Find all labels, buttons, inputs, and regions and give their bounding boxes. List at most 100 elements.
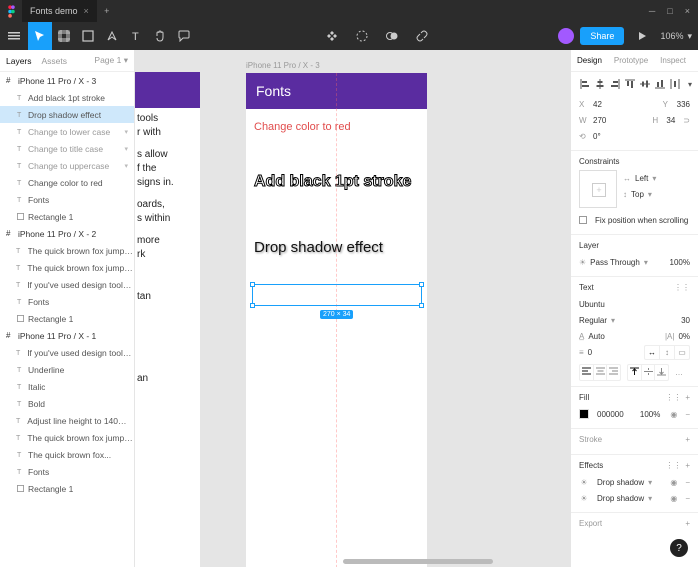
layer-text[interactable]: TFonts	[0, 463, 134, 480]
align-top-icon[interactable]	[624, 78, 636, 90]
frame-tool[interactable]	[52, 22, 76, 50]
tab-layers[interactable]: Layers	[6, 56, 32, 66]
guide-vertical[interactable]	[336, 73, 337, 567]
align-bottom-icon[interactable]	[654, 78, 666, 90]
share-button[interactable]: Share	[580, 27, 624, 45]
resize-handle[interactable]	[250, 282, 255, 287]
effect-type[interactable]: Drop shadow	[597, 494, 644, 503]
tab-assets[interactable]: Assets	[42, 56, 68, 66]
present-button[interactable]	[630, 22, 654, 50]
new-tab-button[interactable]: +	[97, 6, 117, 16]
resize-handle[interactable]	[419, 282, 424, 287]
move-tool[interactable]	[28, 22, 52, 50]
link-tool[interactable]	[410, 22, 434, 50]
canvas[interactable]: tools r with s allow f the signs in. oar…	[135, 50, 570, 567]
close-tab-icon[interactable]: ×	[84, 6, 89, 16]
layer-frame[interactable]: #iPhone 11 Pro / X - 2	[0, 225, 134, 242]
add-fill-icon[interactable]: +	[685, 393, 690, 402]
style-icon[interactable]: ⋮⋮	[665, 461, 681, 470]
component-tool[interactable]	[320, 22, 344, 50]
layer-text[interactable]: TChange to uppercase▾	[0, 157, 134, 174]
font-family[interactable]: Ubuntu	[579, 300, 605, 309]
fill-swatch[interactable]	[579, 409, 589, 419]
pen-tool[interactable]	[100, 22, 124, 50]
letter-spacing[interactable]: 0%	[678, 332, 690, 341]
align-center-h-icon[interactable]	[594, 78, 606, 90]
w-value[interactable]: 270	[593, 116, 606, 125]
add-stroke-icon[interactable]: +	[685, 435, 690, 444]
paragraph-spacing[interactable]: 0	[588, 348, 592, 357]
remove-icon[interactable]: −	[685, 478, 690, 487]
text-tool[interactable]: T	[124, 22, 148, 50]
text-align-left-icon[interactable]	[580, 365, 594, 380]
tab-design[interactable]: Design	[571, 50, 608, 71]
auto-width-icon[interactable]: ↔	[645, 346, 660, 359]
layer-text[interactable]: TThe quick brown fox jumped....	[0, 259, 134, 276]
constraint-v[interactable]: Top	[631, 190, 644, 199]
layer-text[interactable]: TAdjust line height to 140% an...	[0, 412, 134, 429]
layer-rect[interactable]: Rectangle 1	[0, 208, 134, 225]
align-center-v-icon[interactable]	[639, 78, 651, 90]
remove-icon[interactable]: −	[685, 410, 690, 419]
visibility-icon[interactable]: ◉	[670, 494, 677, 503]
frame-label[interactable]: iPhone 11 Pro / X - 3	[246, 61, 320, 70]
x-value[interactable]: 42	[593, 100, 602, 109]
layer-text[interactable]: TChange to lower case▾	[0, 123, 134, 140]
link-wh-icon[interactable]: ⊃	[683, 116, 690, 125]
text-v-top-icon[interactable]	[628, 365, 642, 380]
window-minimize-icon[interactable]: ─	[649, 6, 655, 16]
text-v-middle-icon[interactable]	[642, 365, 656, 380]
line-height[interactable]: Auto	[588, 332, 604, 341]
frame-partial[interactable]: tools r with s allow f the signs in. oar…	[135, 72, 200, 567]
align-right-icon[interactable]	[609, 78, 621, 90]
auto-height-icon[interactable]: ↕	[660, 346, 675, 359]
layer-text[interactable]: TFonts	[0, 191, 134, 208]
layer-text[interactable]: TAdd black 1pt stroke	[0, 89, 134, 106]
visibility-icon[interactable]: ◉	[670, 410, 677, 419]
layer-text[interactable]: TChange color to red	[0, 174, 134, 191]
tab-prototype[interactable]: Prototype	[608, 50, 654, 71]
layer-text[interactable]: TIf you've used design tools be...	[0, 344, 134, 361]
figma-logo-icon[interactable]	[0, 0, 22, 22]
layer-text-selected[interactable]: TDrop shadow effect	[0, 106, 134, 123]
horizontal-scrollbar[interactable]	[343, 559, 493, 564]
layer-text[interactable]: TThe quick brown fox...	[0, 446, 134, 463]
layer-rect[interactable]: Rectangle 1	[0, 480, 134, 497]
shape-tool[interactable]	[76, 22, 100, 50]
effect-icon[interactable]: ☀	[579, 477, 589, 487]
window-maximize-icon[interactable]: □	[667, 6, 672, 16]
visibility-icon[interactable]: ◉	[670, 478, 677, 487]
page-dropdown[interactable]: Page 1 ▾	[94, 55, 128, 66]
opacity[interactable]: 100%	[670, 258, 690, 267]
hand-tool[interactable]	[148, 22, 172, 50]
window-close-icon[interactable]: ×	[685, 6, 690, 16]
layer-text[interactable]: TThe quick brown fox jumped....	[0, 429, 134, 446]
selection-box[interactable]	[252, 284, 422, 306]
layer-text[interactable]: TFonts	[0, 293, 134, 310]
frame-main[interactable]: Fonts Change color to red Add black 1pt …	[246, 73, 427, 567]
font-weight[interactable]: Regular	[579, 316, 607, 325]
fix-checkbox[interactable]	[579, 216, 587, 224]
more-align-icon[interactable]: ▾	[684, 78, 696, 90]
tab-inspect[interactable]: Inspect	[654, 50, 692, 71]
menu-button[interactable]	[0, 22, 28, 50]
layer-text[interactable]: TBold	[0, 395, 134, 412]
file-tab[interactable]: Fonts demo ×	[22, 0, 97, 22]
layer-text[interactable]: TItalic	[0, 378, 134, 395]
text-align-center-icon[interactable]	[594, 365, 608, 380]
layer-frame[interactable]: #iPhone 11 Pro / X - 3	[0, 72, 134, 89]
layer-text[interactable]: TThe quick brown fox jumped...	[0, 242, 134, 259]
layer-text[interactable]: TIf you've used design tools be...	[0, 276, 134, 293]
layer-text[interactable]: TChange to title case▾	[0, 140, 134, 157]
boolean-tool[interactable]	[380, 22, 404, 50]
distribute-icon[interactable]	[669, 78, 681, 90]
fixed-size-icon[interactable]: ▭	[675, 346, 689, 359]
fill-opacity[interactable]: 100%	[640, 410, 660, 419]
remove-icon[interactable]: −	[685, 494, 690, 503]
user-avatar[interactable]	[558, 28, 574, 44]
constraints-widget[interactable]: +	[579, 170, 617, 208]
layer-frame[interactable]: #iPhone 11 Pro / X - 1	[0, 327, 134, 344]
layer-text[interactable]: TUnderline	[0, 361, 134, 378]
text-v-bottom-icon[interactable]	[655, 365, 668, 380]
chevron-down-icon[interactable]: ▾	[124, 162, 134, 170]
